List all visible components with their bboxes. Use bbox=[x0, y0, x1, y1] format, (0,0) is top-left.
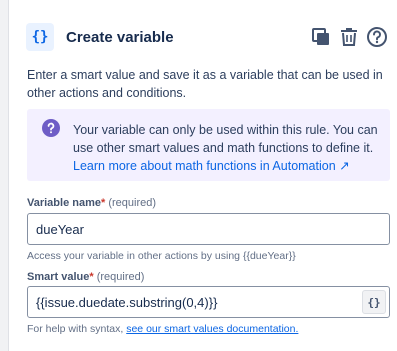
variable-name-helper: Access your variable in other actions by… bbox=[27, 250, 296, 262]
smart-value-helper-text: For help with syntax, bbox=[27, 323, 127, 335]
smart-value-input[interactable]: {{issue.duedate.substring(0,4)}} {} bbox=[27, 286, 390, 318]
delete-button[interactable] bbox=[337, 25, 361, 49]
duplicate-button[interactable] bbox=[309, 25, 333, 49]
panel-description: Enter a smart value and save it as a var… bbox=[27, 68, 383, 100]
duplicate-icon bbox=[312, 28, 329, 45]
required-note: (required) bbox=[108, 197, 157, 209]
help-button[interactable] bbox=[365, 25, 389, 49]
smart-value-picker-button[interactable]: {} bbox=[362, 290, 386, 314]
question-circle-icon bbox=[42, 119, 60, 137]
info-text: Your variable can only be used within th… bbox=[73, 121, 380, 175]
smart-value-label: Smart value* (required) bbox=[27, 271, 144, 283]
trash-icon bbox=[341, 28, 357, 46]
variable-name-label: Variable name* (required) bbox=[27, 197, 156, 209]
panel-title: Create variable bbox=[66, 28, 174, 46]
info-body: Your variable can only be used within th… bbox=[73, 123, 378, 155]
smart-value-helper: For help with syntax, see our smart valu… bbox=[27, 323, 298, 335]
required-asterisk: * bbox=[89, 271, 94, 283]
info-message: Your variable can only be used within th… bbox=[27, 109, 390, 181]
smart-value-label-text: Smart value bbox=[27, 271, 90, 283]
smart-values-docs-link[interactable]: see our smart values documentation. bbox=[126, 323, 298, 335]
create-variable-panel: {} Create variable Enter a smart value a… bbox=[8, 0, 397, 351]
variable-name-value: dueYear bbox=[36, 221, 84, 237]
required-asterisk: * bbox=[101, 197, 106, 209]
required-note: (required) bbox=[96, 271, 145, 283]
variable-braces-icon: {} bbox=[26, 23, 54, 51]
panel-header: {} Create variable bbox=[26, 21, 389, 53]
variable-name-label-text: Variable name bbox=[27, 197, 101, 209]
help-icon bbox=[367, 27, 387, 47]
smart-value-text: {{issue.duedate.substring(0,4)}} bbox=[36, 294, 218, 310]
header-actions bbox=[309, 25, 389, 49]
math-functions-link[interactable]: Learn more about math functions in Autom… bbox=[73, 159, 350, 173]
variable-name-input[interactable]: dueYear bbox=[27, 213, 390, 245]
